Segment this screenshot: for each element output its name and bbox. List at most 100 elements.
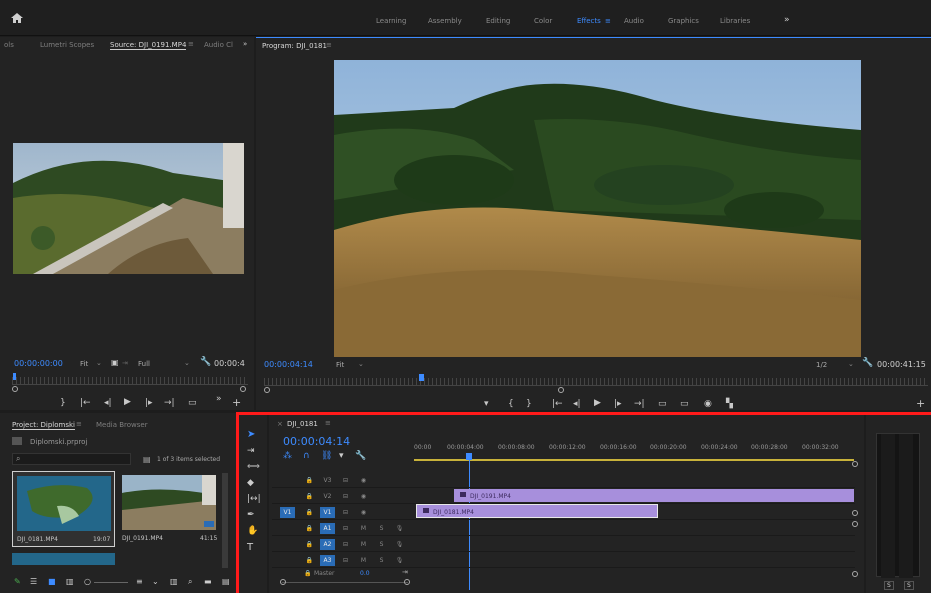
timeline-ruler[interactable]: 00:00 00:00:04:00 00:00:08:00 00:00:12:0… <box>414 444 854 454</box>
new-item-icon[interactable]: ▤ <box>222 577 230 586</box>
program-title[interactable]: Program: DJI_0181 <box>262 42 327 50</box>
mark-in-icon[interactable]: } <box>60 398 66 408</box>
workspace-tab-effects[interactable]: Effects <box>577 17 601 25</box>
timeline-timecode[interactable]: 00:00:04:14 <box>283 435 350 448</box>
lock-icon[interactable]: 🔒 <box>302 475 317 486</box>
hand-tool-icon[interactable]: ✋ <box>247 526 258 536</box>
clip-dji0181[interactable]: DJI_0181.MP4 <box>416 504 658 518</box>
more-controls-icon[interactable]: » <box>216 394 222 404</box>
source-resolution-chevron-icon[interactable]: ⌄ <box>184 359 190 367</box>
zoom-slider-handle-icon[interactable]: ○ <box>84 577 91 586</box>
sync-icon[interactable]: ⊟ <box>338 523 353 534</box>
extract-icon[interactable]: ▭ <box>680 399 689 409</box>
project-item-sequence[interactable] <box>12 553 115 565</box>
eye-icon[interactable]: ◉ <box>356 475 371 486</box>
insert-icon[interactable]: ⇥ <box>122 359 128 367</box>
automate-icon[interactable]: ▥ <box>170 577 178 586</box>
video-tracks-scroll-handle[interactable] <box>852 510 858 516</box>
ripple-edit-tool-icon[interactable]: ⟺ <box>247 462 260 472</box>
sequence-tab[interactable]: DJI_0181 <box>287 420 318 428</box>
program-resolution-select[interactable]: 1/2 <box>816 361 827 369</box>
tab-controls[interactable]: ols <box>4 41 14 49</box>
track-select-tool-icon[interactable]: ⇥ <box>247 446 255 456</box>
tab-project[interactable]: Project: Diplomski <box>12 421 76 430</box>
track-label[interactable]: A1 <box>320 522 335 534</box>
track-label[interactable]: A2 <box>320 538 335 550</box>
go-to-out-icon[interactable]: →| <box>164 398 175 408</box>
settings-icon[interactable]: ▣ <box>111 358 119 367</box>
source-playhead[interactable] <box>13 373 16 380</box>
project-scrollbar[interactable] <box>222 473 228 568</box>
sync-icon[interactable]: ⊟ <box>338 475 353 486</box>
source-resolution-select[interactable]: Full <box>138 360 150 368</box>
timeline-playhead-handle[interactable] <box>466 453 472 460</box>
lift-icon[interactable]: ▭ <box>658 399 667 409</box>
workspace-tab-libraries[interactable]: Libraries <box>720 17 750 25</box>
compare-view-icon[interactable]: ▚ <box>726 399 733 409</box>
project-menu-icon[interactable]: ≡ <box>76 420 82 428</box>
home-icon[interactable] <box>10 11 24 25</box>
step-forward-icon[interactable]: |▸ <box>145 398 153 408</box>
project-item-dji0191[interactable]: DJI_0191.MP4 41:15 <box>118 471 221 547</box>
timeline-zoom-handle-left[interactable] <box>280 579 286 585</box>
workspace-tab-editing[interactable]: Editing <box>486 17 510 25</box>
list-view-icon[interactable]: ☰ <box>30 577 37 586</box>
program-menu-icon[interactable]: ≡ <box>326 41 332 49</box>
selection-tool-icon[interactable]: ➤ <box>247 429 255 440</box>
lock-icon[interactable]: 🔒 <box>302 491 317 502</box>
program-playhead[interactable] <box>419 374 424 381</box>
razor-tool-icon[interactable]: ◆ <box>247 478 254 488</box>
more-workspaces-icon[interactable]: » <box>784 15 790 25</box>
close-sequence-icon[interactable]: × <box>277 420 283 428</box>
workspace-tab-audio[interactable]: Audio <box>624 17 644 25</box>
tab-source[interactable]: Source: DJI_0191.MP4 <box>110 41 187 50</box>
track-label[interactable]: A3 <box>320 554 335 566</box>
program-timecode[interactable]: 00:00:04:14 <box>264 360 313 369</box>
more-tabs-icon[interactable]: » <box>243 40 247 48</box>
sort-chevron-icon[interactable]: ⌄ <box>152 577 159 586</box>
eye-icon[interactable]: ◉ <box>356 491 371 502</box>
find-icon[interactable]: ⌕ <box>188 577 192 587</box>
lock-icon[interactable]: 🔒 <box>302 507 317 518</box>
workspace-tab-assembly[interactable]: Assembly <box>428 17 462 25</box>
snap-icon[interactable]: ∩ <box>303 451 310 461</box>
go-to-out-program-icon[interactable]: →| <box>634 399 645 409</box>
step-forward-program-icon[interactable]: |▸ <box>614 399 622 409</box>
workspace-tab-color[interactable]: Color <box>534 17 552 25</box>
play-program-icon[interactable]: ▶ <box>594 398 601 408</box>
sort-icon[interactable]: ≡ <box>136 577 143 586</box>
solo-right-button[interactable]: S <box>904 581 914 590</box>
project-item-dji0181[interactable]: DJI_0181.MP4 19:07 <box>12 471 115 547</box>
mark-in-program-icon[interactable]: { <box>508 399 514 409</box>
search-input[interactable]: ⌕ <box>12 453 131 465</box>
track-label[interactable]: V3 <box>320 475 335 486</box>
master-volume-value[interactable]: 0.0 <box>360 570 370 577</box>
mute-icon[interactable]: M <box>356 539 371 550</box>
go-to-in-icon[interactable]: |← <box>80 398 91 408</box>
source-fit-select[interactable]: Fit <box>80 360 88 368</box>
solo-icon[interactable]: S <box>374 555 389 566</box>
workspace-tab-graphics[interactable]: Graphics <box>668 17 699 25</box>
program-resolution-chevron-icon[interactable]: ⌄ <box>848 360 854 368</box>
lock-icon[interactable]: 🔒 <box>304 570 311 577</box>
sequence-menu-icon[interactable]: ≡ <box>325 419 331 427</box>
icon-view-icon[interactable]: ■ <box>48 577 56 586</box>
lock-icon[interactable]: 🔒 <box>302 555 317 566</box>
add-marker-icon[interactable]: ▾ <box>484 399 489 409</box>
add-button-icon[interactable]: + <box>232 396 241 409</box>
type-tool-icon[interactable]: T <box>247 542 253 553</box>
timeline-zoom-bar[interactable] <box>282 582 408 583</box>
program-fit-chevron-icon[interactable]: ⌄ <box>358 360 364 368</box>
new-bin-footer-icon[interactable]: ▬ <box>204 577 212 586</box>
audio-tracks-scroll-handle-top[interactable] <box>852 521 858 527</box>
solo-icon[interactable]: S <box>374 539 389 550</box>
tab-media-browser[interactable]: Media Browser <box>96 421 148 429</box>
new-bin-icon[interactable]: ▤ <box>143 455 151 464</box>
clip-dji0191[interactable]: DJI_0191.MP4 <box>454 489 854 502</box>
sync-icon[interactable]: ⊟ <box>338 491 353 502</box>
slip-tool-icon[interactable]: |↔| <box>247 494 261 504</box>
source-timecode[interactable]: 00:00:00:00 <box>14 359 63 368</box>
solo-icon[interactable]: S <box>374 523 389 534</box>
workspace-tab-learning[interactable]: Learning <box>376 17 406 25</box>
pencil-icon[interactable]: ✎ <box>14 577 21 586</box>
